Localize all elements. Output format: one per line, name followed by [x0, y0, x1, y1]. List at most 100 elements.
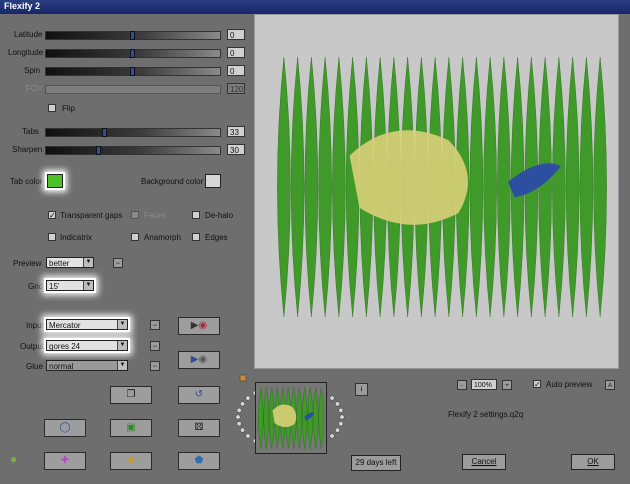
indicatrix-label: Indicatrix: [60, 233, 93, 242]
zoom-in-button[interactable]: +: [502, 380, 512, 390]
sharpen-slider[interactable]: [45, 146, 221, 155]
undo-button[interactable]: ↺: [178, 386, 220, 404]
sharpen-thumb[interactable]: [96, 146, 101, 155]
faces-label: Faces: [144, 211, 166, 220]
longitude-label: Longitude: [8, 48, 44, 57]
input-value: Mercator: [49, 321, 81, 330]
output-link-icon[interactable]: ∽: [150, 341, 160, 351]
gore-strip: [332, 56, 346, 318]
progress-dot: [245, 433, 251, 439]
play-input-button[interactable]: ▶◉: [178, 317, 220, 335]
preview-quality-select[interactable]: better ▼: [46, 257, 94, 268]
transparent-gaps-checkbox[interactable]: ✓: [48, 211, 56, 220]
latitude-label: Latitude: [14, 30, 43, 39]
trial-button[interactable]: 29 days left: [351, 455, 401, 471]
glue-link-icon[interactable]: ∽: [150, 361, 160, 371]
sharpen-value[interactable]: 30: [227, 144, 245, 155]
input-link-icon[interactable]: ∽: [150, 320, 160, 330]
background-color-swatch[interactable]: [205, 174, 221, 188]
sphere-button[interactable]: ◯: [44, 419, 86, 437]
gore-strip: [277, 56, 291, 318]
auto-preview-checkbox[interactable]: ✓: [533, 380, 541, 389]
gores-projection: [277, 56, 607, 318]
help-button[interactable]: A: [605, 380, 615, 390]
glue-select[interactable]: normal ▼: [46, 360, 128, 371]
gore-strip: [497, 56, 511, 318]
grid-select[interactable]: 15' ▼: [46, 280, 94, 291]
cube-icon: ■: [127, 455, 135, 466]
progress-dot: [338, 407, 344, 413]
progress-dot: [335, 401, 340, 407]
spin-slider[interactable]: [45, 67, 221, 76]
progress-dot: [245, 395, 251, 401]
thumbnail-map[interactable]: [255, 382, 327, 454]
square-button[interactable]: ▣: [110, 419, 152, 437]
indicatrix-checkbox[interactable]: [48, 233, 56, 241]
glue-value: normal: [49, 362, 74, 371]
output-label: Output: [20, 342, 45, 351]
ring-icon: ◯: [59, 422, 71, 433]
chevron-down-icon: ▼: [117, 341, 127, 350]
preview-canvas[interactable]: [254, 14, 619, 369]
output-value: gores 24: [49, 342, 81, 351]
edges-checkbox[interactable]: [192, 233, 200, 241]
copy-icon: ❐: [126, 389, 136, 400]
longitude-slider[interactable]: [45, 49, 221, 58]
longitude-thumb[interactable]: [130, 49, 135, 58]
preview-quality-value: better: [49, 259, 70, 268]
auto-preview-label: Auto preview: [546, 380, 593, 389]
output-select[interactable]: gores 24 ▼: [46, 340, 128, 351]
ok-button[interactable]: OK: [571, 454, 615, 470]
input-select[interactable]: Mercator ▼: [46, 319, 128, 330]
info-button[interactable]: i: [355, 383, 368, 396]
tabs-value[interactable]: 33: [227, 126, 245, 137]
sharpen-label: Sharpen: [12, 145, 43, 154]
spin-thumb[interactable]: [130, 67, 135, 76]
anamorph-checkbox[interactable]: [131, 233, 139, 241]
latitude-slider[interactable]: [45, 31, 221, 40]
gore-strip: [318, 386, 325, 450]
tabs-thumb[interactable]: [102, 128, 107, 137]
cross-button[interactable]: ✚: [44, 452, 86, 470]
gore-strip: [565, 56, 580, 318]
fov-slider: [45, 85, 221, 94]
cancel-label: Cancel: [471, 457, 497, 466]
flip-label: Flip: [62, 104, 75, 113]
cancel-button[interactable]: Cancel: [462, 454, 506, 470]
tab-color-label: Tab color: [10, 177, 43, 186]
cube-button[interactable]: ■: [110, 452, 152, 470]
dehalo-checkbox[interactable]: [192, 211, 200, 219]
input-label: Input: [26, 321, 44, 330]
tabs-slider[interactable]: [45, 128, 221, 137]
flip-checkbox[interactable]: [48, 104, 56, 112]
progress-dot: [236, 421, 242, 427]
zoom-out-button[interactable]: -: [457, 380, 467, 390]
gore-strip: [296, 386, 303, 450]
spin-value[interactable]: 0: [227, 65, 245, 76]
spin-label: Spin: [24, 66, 41, 75]
progress-dot: [240, 427, 245, 433]
progress-dot: [240, 401, 245, 407]
tab-color-swatch[interactable]: [47, 174, 63, 188]
dice-button[interactable]: ⚄: [178, 419, 220, 437]
frog-icon: ●: [10, 452, 18, 466]
gore-strip: [312, 386, 319, 450]
chevron-down-icon: ▼: [83, 281, 93, 290]
shape-button[interactable]: ⬟: [178, 452, 220, 470]
progress-dot: [338, 421, 344, 427]
zoom-value[interactable]: 100%: [471, 379, 497, 390]
faces-checkbox: [131, 211, 139, 219]
copy-button[interactable]: ❐: [110, 386, 152, 404]
land-area: [272, 404, 297, 428]
play-output-button[interactable]: ▶◉: [178, 351, 220, 369]
settings-filename: Flexify 2 settings.q2q: [448, 410, 524, 419]
latitude-value[interactable]: 0: [227, 29, 245, 40]
latitude-thumb[interactable]: [130, 31, 135, 40]
gore-strip: [304, 56, 319, 318]
preview-link-icon[interactable]: ∽: [113, 258, 123, 268]
fov-label: FOV: [26, 84, 43, 93]
longitude-value[interactable]: 0: [227, 47, 245, 58]
gore-strip: [483, 56, 497, 318]
progress-dot: [235, 414, 241, 420]
gore-strip: [257, 386, 264, 450]
